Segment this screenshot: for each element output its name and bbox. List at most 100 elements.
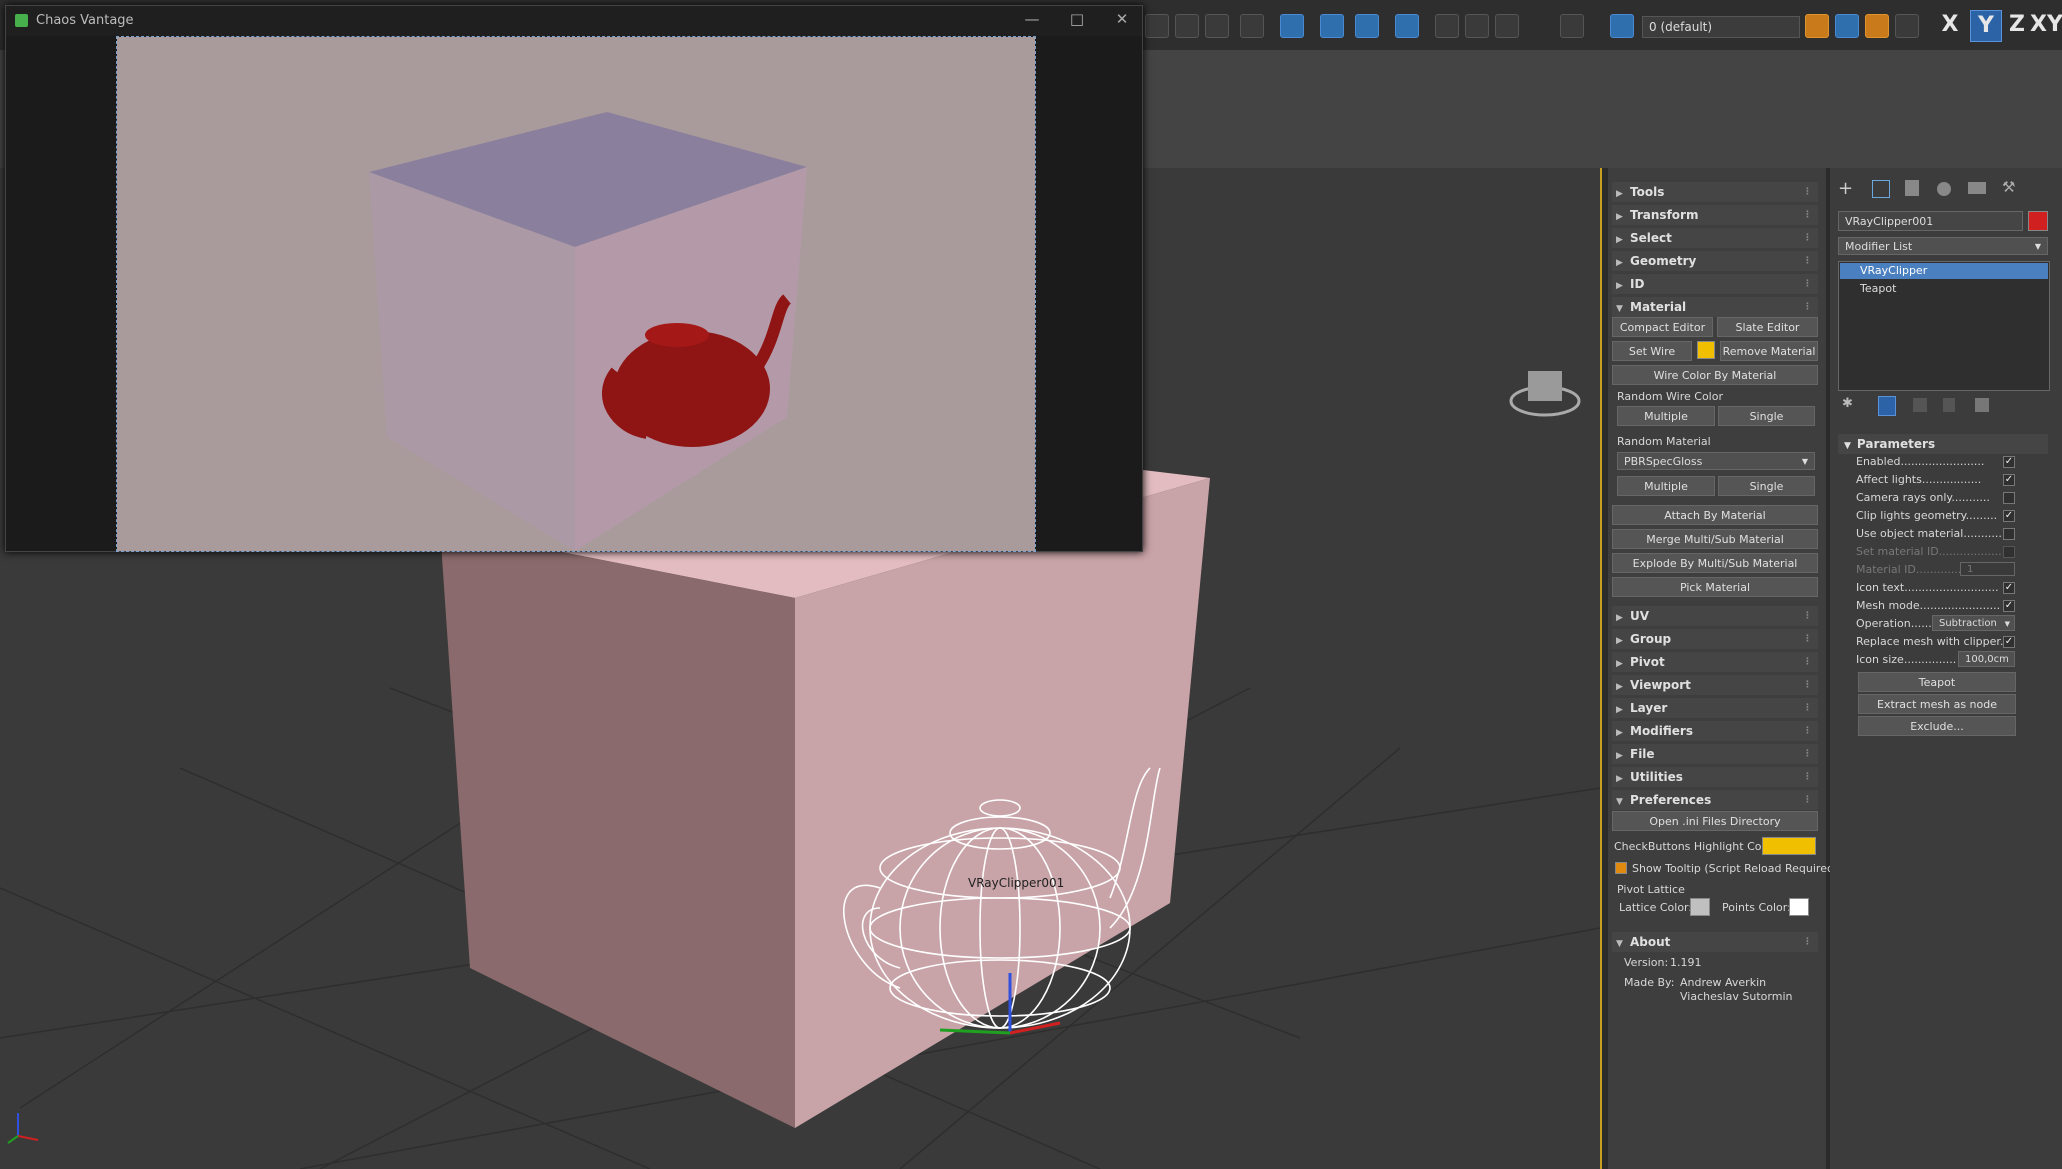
vantage-title: Chaos Vantage	[36, 13, 134, 28]
compact-editor-button[interactable]: Compact Editor	[1612, 317, 1713, 337]
clip-lights-geometry-checkbox[interactable]: ✓	[2003, 510, 2015, 522]
mesh-mode-checkbox[interactable]: ✓	[2003, 600, 2015, 612]
pivot-lattice-label: Pivot Lattice	[1617, 883, 1685, 896]
version-value: 1.191	[1670, 956, 1702, 969]
rollout-preferences[interactable]: ▼ Preferences ⋮	[1612, 790, 1818, 810]
rollout-tools[interactable]: ▶ Tools ⋮	[1612, 182, 1818, 202]
render-icon[interactable]	[1465, 14, 1489, 38]
wire-color-by-material-button[interactable]: Wire Color By Material	[1612, 365, 1818, 385]
vantage-titlebar[interactable]: Chaos Vantage — □ ✕	[6, 6, 1142, 36]
select-layer-icon[interactable]	[1865, 14, 1889, 38]
exclude-button[interactable]: Exclude...	[1858, 716, 2016, 736]
layer-explorer-icon[interactable]	[1560, 14, 1584, 38]
use-object-material-checkbox[interactable]	[2003, 528, 2015, 540]
operation-dropdown[interactable]: Subtraction ▼	[1932, 615, 2015, 631]
hierarchy-tab-icon[interactable]	[1905, 180, 1919, 196]
close-icon[interactable]: ✕	[1111, 10, 1133, 28]
rollout-select[interactable]: ▶ Select ⋮	[1612, 228, 1818, 248]
layer-dropdown[interactable]: 0 (default)	[1642, 16, 1800, 38]
merge-multisub-button[interactable]: Merge Multi/Sub Material	[1612, 529, 1818, 549]
pin-stack-icon[interactable]: ✱	[1842, 396, 1853, 411]
extract-mesh-button[interactable]: Extract mesh as node	[1858, 694, 2016, 714]
toolbar-icon-4[interactable]	[1240, 14, 1264, 38]
teapot-pick-button[interactable]: Teapot	[1858, 672, 2016, 692]
motion-tab-icon[interactable]	[1937, 182, 1951, 196]
explode-multisub-button[interactable]: Explode By Multi/Sub Material	[1612, 553, 1818, 573]
modifier-list-dropdown[interactable]: Modifier List ▼	[1838, 237, 2048, 255]
remove-material-button[interactable]: Remove Material	[1720, 341, 1818, 361]
pick-material-button[interactable]: Pick Material	[1612, 577, 1818, 597]
axis-z-button[interactable]: Z	[2002, 10, 2032, 40]
rollout-pivot[interactable]: ▶ Pivot ⋮	[1612, 652, 1818, 672]
remove-modifier-icon[interactable]	[1943, 398, 1955, 412]
slate-editor-button[interactable]: Slate Editor	[1717, 317, 1818, 337]
rollout-id[interactable]: ▶ ID ⋮	[1612, 274, 1818, 294]
show-tooltip-checkbox[interactable]	[1615, 862, 1627, 874]
attach-by-material-button[interactable]: Attach By Material	[1612, 505, 1818, 525]
set-wire-color-button[interactable]: Set Wire Color	[1612, 341, 1692, 378]
open-ini-button[interactable]: Open .ini Files Directory	[1612, 811, 1818, 831]
minimize-icon[interactable]: —	[1021, 10, 1043, 28]
wire-color-swatch[interactable]	[1697, 341, 1715, 359]
rollout-about[interactable]: ▼ About ⋮	[1612, 932, 1818, 952]
make-unique-icon[interactable]	[1913, 398, 1927, 412]
rollout-parameters[interactable]: ▼ Parameters	[1838, 434, 2048, 454]
rollout-layer[interactable]: ▶ Layer ⋮	[1612, 698, 1818, 718]
rollout-material[interactable]: ▼ Material ⋮	[1612, 297, 1818, 317]
axis-x-button[interactable]: X	[1935, 10, 1965, 40]
material-editor-icon[interactable]	[1355, 14, 1379, 38]
utilities-tab-icon[interactable]: ⚒	[2002, 178, 2015, 196]
maximize-icon[interactable]: □	[1066, 10, 1088, 28]
toolbar-icon-2[interactable]	[1175, 14, 1199, 38]
axis-xy-button[interactable]: XY	[2030, 10, 2062, 40]
icon-text-checkbox[interactable]: ✓	[2003, 582, 2015, 594]
create-layer-icon[interactable]	[1805, 14, 1829, 38]
rollout-geometry[interactable]: ▶ Geometry ⋮	[1612, 251, 1818, 271]
add-to-layer-icon[interactable]	[1835, 14, 1859, 38]
object-color-swatch[interactable]	[2028, 211, 2048, 231]
highlight-color-swatch[interactable]	[1762, 837, 1816, 855]
random-material-multiple-button[interactable]: Multiple	[1617, 476, 1715, 496]
show-end-result-icon[interactable]	[1878, 396, 1896, 416]
create-tab-icon[interactable]: +	[1838, 178, 1853, 199]
affect-lights-checkbox[interactable]: ✓	[2003, 474, 2015, 486]
random-material-single-button[interactable]: Single	[1718, 476, 1815, 496]
configure-sets-icon[interactable]	[1975, 398, 1989, 412]
chaos-vantage-window[interactable]: Chaos Vantage — □ ✕	[5, 5, 1143, 552]
stack-item-teapot[interactable]: Teapot	[1840, 281, 2048, 297]
rollout-file[interactable]: ▶ File ⋮	[1612, 744, 1818, 764]
pbr-dropdown[interactable]: PBRSpecGloss ▼	[1617, 452, 1815, 470]
vantage-render-view[interactable]	[116, 36, 1036, 552]
stack-item-vrayclipper[interactable]: VRayClipper	[1840, 263, 2048, 279]
viewcube[interactable]	[1528, 371, 1562, 401]
icon-size-spinner[interactable]: 100,0cm	[1958, 651, 2015, 667]
rollout-utilities[interactable]: ▶ Utilities ⋮	[1612, 767, 1818, 787]
rollout-transform[interactable]: ▶ Transform ⋮	[1612, 205, 1818, 225]
render-setup-icon[interactable]	[1395, 14, 1419, 38]
lattice-color-swatch[interactable]	[1690, 898, 1710, 916]
render-frame-icon[interactable]	[1435, 14, 1459, 38]
rollout-modifiers[interactable]: ▶ Modifiers ⋮	[1612, 721, 1818, 741]
rollout-group[interactable]: ▶ Group ⋮	[1612, 629, 1818, 649]
object-name-field[interactable]: VRayClipper001	[1838, 211, 2023, 231]
schematic-view-icon[interactable]	[1320, 14, 1344, 38]
param-mesh-mode: Mesh mode.......................	[1856, 599, 2001, 612]
set-current-layer-icon[interactable]	[1895, 14, 1919, 38]
random-wire-single-button[interactable]: Single	[1718, 406, 1815, 426]
replace-mesh-checkbox[interactable]: ✓	[2003, 636, 2015, 648]
modify-tab-icon[interactable]	[1872, 180, 1890, 198]
toolbar-icon-3[interactable]	[1205, 14, 1229, 38]
curve-editor-icon[interactable]	[1280, 14, 1304, 38]
enabled-checkbox[interactable]: ✓	[2003, 456, 2015, 468]
lattice-color-label: Lattice Color:	[1619, 901, 1693, 914]
render-iterative-icon[interactable]	[1495, 14, 1519, 38]
rollout-viewport[interactable]: ▶ Viewport ⋮	[1612, 675, 1818, 695]
camera-rays-only-checkbox[interactable]	[2003, 492, 2015, 504]
points-color-swatch[interactable]	[1789, 898, 1809, 916]
layer-manager-icon[interactable]	[1610, 14, 1634, 38]
display-tab-icon[interactable]	[1968, 182, 1986, 194]
rollout-uv[interactable]: ▶ UV ⋮	[1612, 606, 1818, 626]
axis-y-button[interactable]: Y	[1970, 10, 2002, 42]
toolbar-icon-1[interactable]	[1145, 14, 1169, 38]
random-wire-multiple-button[interactable]: Multiple	[1617, 406, 1715, 426]
